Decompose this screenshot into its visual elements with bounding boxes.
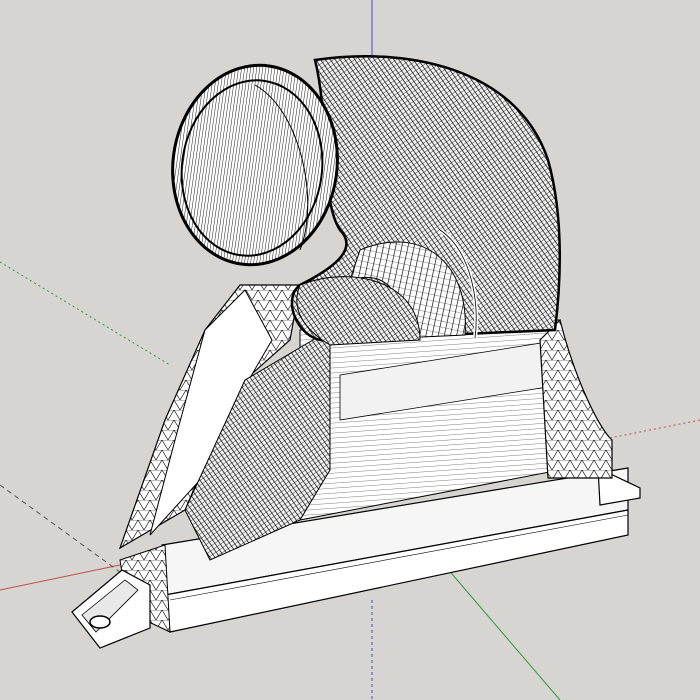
green-axis-hidden [0,261,171,366]
mounting-hole [89,615,111,629]
model-canvas[interactable] [0,0,700,700]
right-leg[interactable] [539,318,613,479]
mounting-tab-left[interactable] [71,569,151,649]
red-axis-hidden [599,419,700,441]
elbow-pipe[interactable] [290,55,561,346]
sketchup-viewport[interactable] [0,0,700,700]
dashed-guide [0,484,121,573]
